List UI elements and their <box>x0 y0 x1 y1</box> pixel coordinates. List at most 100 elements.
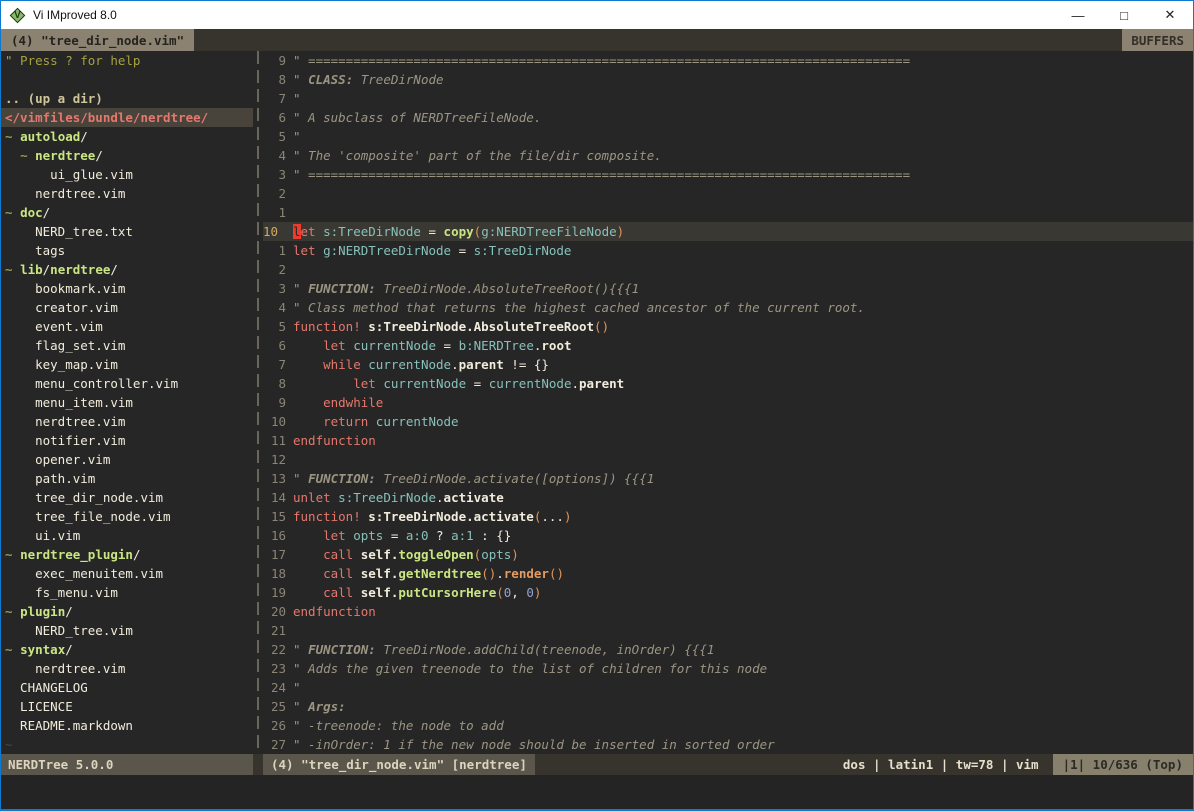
tree-item[interactable]: menu_controller.vim <box>5 374 253 393</box>
code-line[interactable]: 5" <box>263 127 1193 146</box>
tree-item[interactable]: nerdtree.vim <box>5 184 253 203</box>
tree-item[interactable]: flag_set.vim <box>5 336 253 355</box>
text-segment <box>353 585 361 600</box>
code-line[interactable]: 6 let currentNode = b:NERDTree.root <box>263 336 1193 355</box>
text-segment <box>293 395 323 410</box>
window-controls: — □ ✕ <box>1055 1 1193 29</box>
text-segment: getNerdtree <box>398 566 481 581</box>
vertical-split-separator[interactable] <box>253 51 263 754</box>
tree-item[interactable]: .. (up a dir) <box>5 89 253 108</box>
code-line[interactable]: 14unlet s:TreeDirNode.activate <box>263 488 1193 507</box>
code-line[interactable]: 5function! s:TreeDirNode.AbsoluteTreeRoo… <box>263 317 1193 336</box>
code-line[interactable]: 1let g:NERDTreeDirNode = s:TreeDirNode <box>263 241 1193 260</box>
tree-item[interactable]: </vimfiles/bundle/nerdtree/ <box>1 108 253 127</box>
code-line[interactable]: 13" FUNCTION: TreeDirNode.activate([opti… <box>263 469 1193 488</box>
code-line[interactable]: 12 <box>263 450 1193 469</box>
tree-item[interactable]: ~ nerdtree/ <box>5 146 253 165</box>
tree-item[interactable]: creator.vim <box>5 298 253 317</box>
tree-item[interactable]: event.vim <box>5 317 253 336</box>
text-segment <box>353 566 361 581</box>
text-segment: / <box>43 205 51 220</box>
titlebar[interactable]: V Vi IMproved 8.0 — □ ✕ <box>1 1 1193 29</box>
code-line[interactable]: 19 call self.putCursorHere(0, 0) <box>263 583 1193 602</box>
tree-item[interactable]: tree_file_node.vim <box>5 507 253 526</box>
tree-item[interactable]: " Press ? for help <box>5 51 253 70</box>
maximize-icon: □ <box>1120 8 1128 23</box>
tree-item[interactable]: ~ nerdtree_plugin/ <box>5 545 253 564</box>
code-line[interactable]: 2 <box>263 260 1193 279</box>
code-line[interactable]: 17 call self.toggleOpen(opts) <box>263 545 1193 564</box>
tree-item[interactable]: nerdtree.vim <box>5 659 253 678</box>
tree-item[interactable]: tags <box>5 241 253 260</box>
text-segment: endfunction <box>293 433 376 448</box>
tree-item[interactable]: ~ autoload/ <box>5 127 253 146</box>
code-line[interactable]: 16 let opts = a:0 ? a:1 : {} <box>263 526 1193 545</box>
line-number: 8 <box>263 70 286 89</box>
tree-item[interactable]: key_map.vim <box>5 355 253 374</box>
code-line[interactable]: 9" =====================================… <box>263 51 1193 70</box>
code-line[interactable]: 24" <box>263 678 1193 697</box>
tree-item[interactable]: NERD_tree.txt <box>5 222 253 241</box>
tree-item[interactable]: notifier.vim <box>5 431 253 450</box>
text-segment: ui_glue.vim <box>5 167 133 182</box>
code-line[interactable]: 22" FUNCTION: TreeDirNode.addChild(treen… <box>263 640 1193 659</box>
window-title: Vi IMproved 8.0 <box>33 8 1055 22</box>
code-line[interactable]: 9 endwhile <box>263 393 1193 412</box>
tree-item[interactable]: ui_glue.vim <box>5 165 253 184</box>
tree-item[interactable]: bookmark.vim <box>5 279 253 298</box>
maximize-button[interactable]: □ <box>1101 1 1147 29</box>
code-line[interactable]: 11endfunction <box>263 431 1193 450</box>
code-line[interactable]: 3" FUNCTION: TreeDirNode.AbsoluteTreeRoo… <box>263 279 1193 298</box>
tree-item[interactable]: nerdtree.vim <box>5 412 253 431</box>
text-segment: s:TreeDirNode <box>323 224 421 239</box>
tree-item[interactable]: tree_dir_node.vim <box>5 488 253 507</box>
code-line[interactable]: 23" Adds the given treenode to the list … <box>263 659 1193 678</box>
tree-item[interactable]: ~ <box>5 735 253 754</box>
tree-item[interactable]: menu_item.vim <box>5 393 253 412</box>
tree-item[interactable]: LICENCE <box>5 697 253 716</box>
code-line[interactable]: 3" =====================================… <box>263 165 1193 184</box>
tree-item[interactable]: ~ doc/ <box>5 203 253 222</box>
text-segment: Args: <box>308 699 346 714</box>
code-line[interactable]: 26" -treenode: the node to add <box>263 716 1193 735</box>
minimize-button[interactable]: — <box>1055 1 1101 29</box>
code-line[interactable]: 7" <box>263 89 1193 108</box>
tree-item[interactable]: opener.vim <box>5 450 253 469</box>
tree-item[interactable]: exec_menuitem.vim <box>5 564 253 583</box>
code-line[interactable]: 8 let currentNode = currentNode.parent <box>263 374 1193 393</box>
line-number: 21 <box>263 621 286 640</box>
close-button[interactable]: ✕ <box>1147 1 1193 29</box>
code-line[interactable]: 25" Args: <box>263 697 1193 716</box>
tree-item[interactable]: fs_menu.vim <box>5 583 253 602</box>
tree-item[interactable]: CHANGELOG <box>5 678 253 697</box>
tree-item[interactable]: path.vim <box>5 469 253 488</box>
text-segment: ui.vim <box>5 528 80 543</box>
tree-item[interactable]: README.markdown <box>5 716 253 735</box>
code-line[interactable]: 10let s:TreeDirNode = copy(g:NERDTreeFil… <box>263 222 1193 241</box>
text-segment: let <box>293 243 316 258</box>
code-line[interactable]: 7 while currentNode.parent != {} <box>263 355 1193 374</box>
code-line[interactable]: 6" A subclass of NERDTreeFileNode. <box>263 108 1193 127</box>
line-number: 22 <box>263 640 286 659</box>
tree-item[interactable]: NERD_tree.vim <box>5 621 253 640</box>
code-line[interactable]: 18 call self.getNerdtree().render() <box>263 564 1193 583</box>
tree-item[interactable]: ui.vim <box>5 526 253 545</box>
tab-tree-dir-node[interactable]: (4) "tree_dir_node.vim" <box>1 29 194 51</box>
code-line[interactable]: 4" The 'composite' part of the file/dir … <box>263 146 1193 165</box>
code-line[interactable]: 27" -inOrder: 1 if the new node should b… <box>263 735 1193 754</box>
code-line[interactable]: 8" CLASS: TreeDirNode <box>263 70 1193 89</box>
code-line[interactable]: 20endfunction <box>263 602 1193 621</box>
tree-item[interactable]: ~ lib/nerdtree/ <box>5 260 253 279</box>
tree-item[interactable]: ~ syntax/ <box>5 640 253 659</box>
tree-item[interactable]: ~ plugin/ <box>5 602 253 621</box>
code-line[interactable]: 2 <box>263 184 1193 203</box>
code-line[interactable]: 4" Class method that returns the highest… <box>263 298 1193 317</box>
tree-item[interactable] <box>5 70 253 89</box>
code-line[interactable]: 1 <box>263 203 1193 222</box>
text-segment: nerdtree.vim <box>5 661 125 676</box>
code-line[interactable]: 21 <box>263 621 1193 640</box>
line-number: 2 <box>263 184 286 203</box>
code-line[interactable]: 10 return currentNode <box>263 412 1193 431</box>
line-number: 7 <box>263 89 286 108</box>
code-line[interactable]: 15function! s:TreeDirNode.activate(...) <box>263 507 1193 526</box>
